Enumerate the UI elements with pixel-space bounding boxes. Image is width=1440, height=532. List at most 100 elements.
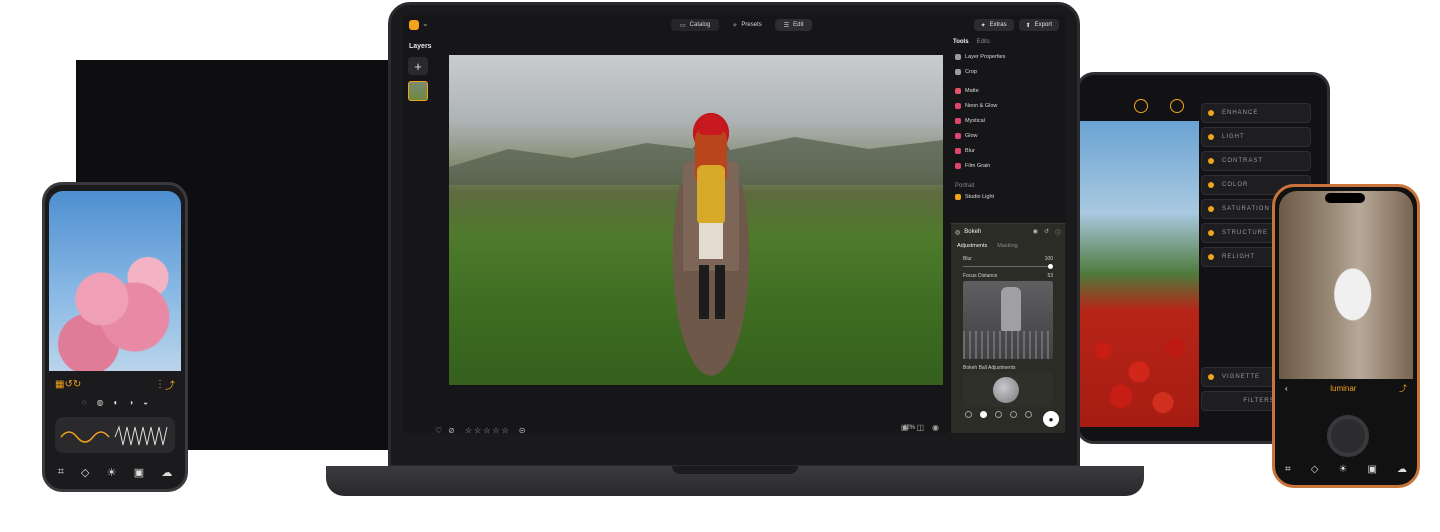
tool-icon[interactable]: ◒	[143, 398, 148, 407]
slider-knob[interactable]	[1048, 264, 1053, 269]
tools-header: Tools Edits	[951, 35, 1065, 49]
tool-studio-light[interactable]: Studio Light	[951, 189, 1065, 204]
adjustment-dial[interactable]	[1327, 415, 1369, 457]
undo-icon[interactable]: ↺	[64, 379, 72, 390]
chat-icon[interactable]: ●	[1043, 411, 1059, 427]
chevron-down-icon[interactable]: ⌄	[422, 19, 429, 28]
tool-icon[interactable]: ◐	[114, 398, 119, 407]
extras-button[interactable]: ✦ Extras	[973, 19, 1014, 31]
shape-option[interactable]	[995, 411, 1002, 418]
share-icon[interactable]: ⤴	[1399, 383, 1407, 394]
tool-item[interactable]: Matte	[951, 83, 1065, 98]
share-icon[interactable]: ⤴	[165, 377, 175, 392]
adjustment-wave[interactable]	[55, 417, 175, 453]
back-icon[interactable]: ‹	[1285, 384, 1288, 393]
info-icon[interactable]: ⊝	[519, 426, 526, 434]
tab-masking[interactable]: Masking	[997, 243, 1017, 249]
sun-icon[interactable]: ☀	[107, 466, 117, 479]
crop-icon[interactable]: ⌗	[58, 466, 64, 479]
phone-bottom-tabs: ⌗ ◇ ☀ ▣ ☁	[49, 466, 181, 479]
tablet-tool-item[interactable]: LIGHT	[1201, 127, 1311, 147]
tool-list: Layer Properties Crop Matte Neon & Glow Myst…	[951, 49, 1065, 173]
grid-icon[interactable]: ▦	[55, 379, 64, 390]
tool-icon[interactable]: ◍	[97, 398, 104, 407]
phone-toolbar: ▦ ↺ ↻ ⋮ ⤴	[49, 375, 181, 393]
shape-option[interactable]	[1010, 411, 1017, 418]
layers-icon[interactable]: ▣	[1367, 464, 1376, 475]
presets-icon: ✧	[732, 22, 738, 29]
app-logo-icon[interactable]	[409, 20, 419, 30]
tool-item[interactable]: Film Grain	[951, 158, 1065, 173]
layer-thumbnail[interactable]	[408, 81, 428, 101]
reject-icon[interactable]: ⊘	[448, 426, 455, 434]
sun-icon[interactable]: ☀	[1338, 464, 1347, 475]
redo-icon[interactable]: ↻	[73, 379, 81, 390]
rating-stars[interactable]: ☆☆☆☆☆	[465, 426, 511, 434]
tool-item[interactable]: Layer Properties	[951, 49, 1065, 64]
blur-slider[interactable]: Blur 100	[951, 252, 1065, 271]
android-phone: ▦ ↺ ↻ ⋮ ⤴ ◌ ◍ ◐ ◑ ◒ ⌗ ◇ ☀ ▣ ☁	[42, 182, 188, 492]
erase-icon[interactable]: ◇	[81, 466, 89, 479]
tab-tools[interactable]: Tools	[953, 39, 969, 45]
export-icon: ⬆	[1025, 22, 1031, 29]
info-icon[interactable]: ⓘ	[1055, 228, 1061, 237]
photo-subject	[679, 115, 743, 325]
bottom-bar: ♡ ⊘ ☆☆☆☆☆ ⊝	[435, 423, 945, 434]
bokeh-ball-preview[interactable]	[963, 373, 1053, 407]
bokeh-icon: ◎	[955, 229, 961, 236]
crop-icon[interactable]: ⌗	[1285, 464, 1291, 475]
phone-controls: ▦ ↺ ↻ ⋮ ⤴ ◌ ◍ ◐ ◑ ◒ ⌗ ◇ ☀ ▣ ☁	[49, 375, 181, 483]
tool-icon	[955, 87, 961, 94]
reset-icon[interactable]: ↺	[1044, 228, 1049, 237]
tool-item[interactable]: Glow	[951, 128, 1065, 143]
studio-light-icon	[955, 193, 961, 200]
tool-icon[interactable]: ◌	[82, 398, 87, 407]
tool-item[interactable]: Blur	[951, 143, 1065, 158]
tab-catalog[interactable]: ▭ Catalog	[671, 19, 720, 31]
tool-dot-icon	[1208, 182, 1214, 188]
heart-icon[interactable]: ♡	[435, 426, 442, 434]
shape-option[interactable]	[1025, 411, 1032, 418]
bokeh-subtabs: Adjustments Masking	[951, 240, 1065, 252]
image-icon[interactable]: ▣	[901, 423, 909, 432]
tab-edits[interactable]: Edits	[977, 39, 990, 45]
shape-option[interactable]	[965, 411, 972, 418]
view-toggles: ▣ ◫ ◉	[901, 423, 939, 432]
eye-icon[interactable]: ◉	[1033, 228, 1038, 237]
tool-item[interactable]: Crop	[951, 64, 1065, 79]
tab-presets[interactable]: ✧ Presets	[723, 19, 770, 31]
more-icon[interactable]	[1134, 99, 1148, 113]
shape-option[interactable]	[980, 411, 987, 418]
export-button[interactable]: ⬆ Export	[1018, 19, 1059, 31]
tablet-tool-item[interactable]: CONTRAST	[1201, 151, 1311, 171]
tool-item[interactable]: Neon & Glow	[951, 98, 1065, 113]
erase-icon[interactable]: ◇	[1311, 464, 1319, 475]
tool-dot-icon	[1208, 134, 1214, 140]
focus-distance-preview[interactable]	[963, 281, 1053, 359]
tool-dot-icon	[1208, 110, 1214, 116]
eye-icon[interactable]: ◉	[932, 423, 939, 432]
bokeh-header[interactable]: ◎ Bokeh ◉ ↺ ⓘ	[951, 224, 1065, 240]
compare-icon[interactable]: ◫	[916, 423, 924, 432]
tool-icon	[955, 53, 961, 60]
tool-dot-icon	[1208, 374, 1214, 380]
share-icon[interactable]	[1170, 99, 1184, 113]
bag-icon[interactable]: ▣	[134, 466, 144, 479]
layers-title: Layers	[409, 43, 432, 50]
cloud-icon[interactable]: ☁	[1397, 464, 1407, 475]
sparkle-icon: ✦	[980, 22, 986, 29]
tab-adjustments[interactable]: Adjustments	[957, 243, 987, 249]
brand-name: luminar	[1330, 384, 1357, 393]
more-icon[interactable]: ⋮	[155, 379, 165, 390]
main-photo-canvas[interactable]	[449, 55, 943, 385]
add-layer-button[interactable]: +	[408, 57, 428, 75]
luminar-window: ⌄ ▭ Catalog ✧ Presets ☰ Edit ✦ Extras ⬆ …	[403, 15, 1065, 433]
marketing-stage: ▦ ↺ ↻ ⋮ ⤴ ◌ ◍ ◐ ◑ ◒ ⌗ ◇ ☀ ▣ ☁ ENHANCE LI…	[0, 0, 1440, 532]
cloud-icon[interactable]: ☁	[161, 466, 172, 479]
tool-icon[interactable]: ◑	[128, 398, 133, 407]
tool-item[interactable]: Mystical	[951, 113, 1065, 128]
tablet-tool-item[interactable]: ENHANCE	[1201, 103, 1311, 123]
section-portrait: Portrait	[955, 183, 975, 189]
tab-edit[interactable]: ☰ Edit	[774, 19, 813, 31]
focus-distance-control[interactable]: Focus Distance 53	[951, 271, 1065, 279]
